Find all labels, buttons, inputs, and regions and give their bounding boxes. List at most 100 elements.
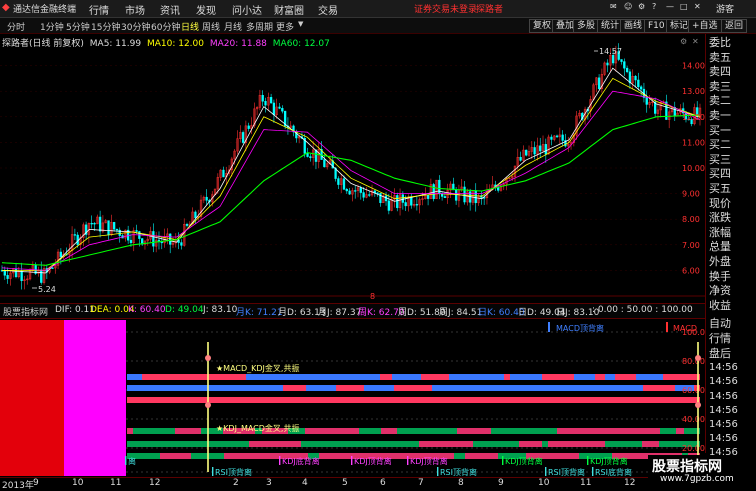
signal-band-segment bbox=[363, 397, 376, 403]
candle-body bbox=[634, 75, 637, 81]
settings-icon[interactable]: ⚙ bbox=[638, 2, 645, 11]
candle-body bbox=[73, 234, 77, 236]
tab-30min[interactable]: 30分钟 bbox=[121, 20, 150, 33]
signal-bands bbox=[127, 374, 700, 459]
menu-item-news[interactable]: 资讯 bbox=[160, 2, 180, 17]
app-title: 通达信金融终端 bbox=[13, 5, 77, 15]
back-button[interactable]: 返回 bbox=[721, 19, 748, 33]
tab-monthly[interactable]: 月线 bbox=[224, 20, 242, 33]
tab-intraday[interactable]: 分时 bbox=[7, 20, 25, 33]
minimize-icon[interactable]: — bbox=[666, 2, 674, 11]
tab-multi-period[interactable]: 多周期 bbox=[246, 20, 273, 33]
candle-body bbox=[6, 275, 9, 279]
add-watchlist-button[interactable]: +自选 bbox=[688, 19, 722, 33]
signal-band-segment bbox=[127, 428, 133, 434]
signal-band-segment bbox=[421, 374, 449, 380]
signal-band-segment bbox=[304, 397, 315, 403]
menu-item-discover[interactable]: 发现 bbox=[196, 2, 216, 17]
quote-stat-row: 净资 bbox=[709, 284, 731, 298]
signal-band-segment bbox=[542, 441, 548, 447]
quote-stat-row: 涨跌 bbox=[709, 211, 731, 225]
signal-band-segment bbox=[344, 453, 354, 459]
price-axis: 14.00 13.00 12.00 11.00 10.00 9.00 8.00 7.00 6.0… bbox=[682, 62, 705, 276]
guest-label[interactable]: 游客 bbox=[716, 2, 734, 15]
signal-band-segment bbox=[328, 397, 351, 403]
signal-band-segment bbox=[394, 385, 412, 391]
candle-body bbox=[597, 77, 601, 90]
signal-band-segment bbox=[447, 441, 473, 447]
more-dropdown-icon[interactable]: ▼ bbox=[298, 20, 303, 28]
candle-body bbox=[51, 267, 54, 269]
candle-body bbox=[247, 125, 250, 129]
f10-button[interactable]: F10 bbox=[644, 19, 669, 33]
signal-band-segment bbox=[160, 453, 191, 459]
candle-body bbox=[620, 59, 623, 62]
candlestick-chart[interactable]: 14.00 13.00 12.00 11.00 10.00 9.00 8.00 7.00 6.0… bbox=[0, 34, 705, 302]
help-icon[interactable]: ? bbox=[652, 2, 656, 11]
period-toolbar: 分时 1分钟 5分钟 15分钟 30分钟 60分钟 日线 周线 月线 多周期 更… bbox=[0, 18, 756, 34]
candle-body bbox=[396, 195, 399, 209]
login-warning[interactable]: 证券交易未登录 bbox=[414, 2, 477, 15]
close-icon[interactable]: ✕ bbox=[694, 2, 701, 11]
signal-band-segment bbox=[390, 428, 397, 434]
tab-more[interactable]: 更多 bbox=[276, 20, 294, 33]
signal-band-segment bbox=[522, 385, 537, 391]
draw-line-button[interactable]: 画线 bbox=[620, 19, 647, 33]
signal-band-segment bbox=[595, 374, 605, 380]
signal-band-segment bbox=[463, 385, 473, 391]
signal-band-segment bbox=[642, 441, 659, 447]
app-logo-icon: ◆ bbox=[2, 2, 10, 13]
quote-mode-row: 行情 bbox=[709, 332, 731, 345]
candle-body bbox=[261, 95, 264, 102]
indicator-title[interactable]: 股票指标网 bbox=[3, 305, 48, 318]
tab-1min[interactable]: 1分钟 bbox=[40, 20, 64, 33]
signal-band-segment bbox=[535, 428, 557, 434]
candle-body bbox=[194, 211, 197, 219]
order-book-row: 卖四 bbox=[709, 65, 731, 79]
candle-body bbox=[639, 86, 643, 90]
menu-item-wealth[interactable]: 财富圈 bbox=[274, 2, 304, 17]
month-k-value: 月K: 71.21 bbox=[236, 308, 283, 318]
candle-body bbox=[314, 149, 318, 162]
candle-body bbox=[550, 136, 553, 140]
signal-indicator-panel[interactable]: 100.0080.0060.0040.0020.000.00 MACD顶背离 M… bbox=[0, 318, 705, 476]
user-icon[interactable]: ☺ bbox=[624, 2, 632, 11]
menu-item-market[interactable]: 行情 bbox=[89, 2, 109, 17]
signal-band-segment bbox=[177, 397, 210, 403]
month-j-value: 月J: 87.37 bbox=[318, 308, 362, 318]
chart-window-icons[interactable]: ⚙ ✕ bbox=[680, 37, 699, 46]
menu-item-ask[interactable]: 问小达 bbox=[232, 2, 262, 17]
tab-weekly[interactable]: 周线 bbox=[202, 20, 220, 33]
signal-band-segment bbox=[245, 385, 251, 391]
multi-stock-button[interactable]: 多股 bbox=[573, 19, 600, 33]
tab-5min[interactable]: 5分钟 bbox=[66, 20, 90, 33]
signal-band-segment bbox=[198, 453, 224, 459]
tab-60min[interactable]: 60分钟 bbox=[151, 20, 180, 33]
message-icon[interactable]: ✉ bbox=[610, 2, 617, 11]
price-tick-label: 11.00 bbox=[682, 138, 705, 147]
signal-band-segment bbox=[491, 428, 511, 434]
tab-15min[interactable]: 15分钟 bbox=[91, 20, 120, 33]
signal-band-segment bbox=[412, 385, 432, 391]
signal-band-segment bbox=[419, 441, 447, 447]
candle-body bbox=[362, 192, 365, 198]
menu-item-exchange[interactable]: 市场 bbox=[125, 2, 145, 17]
signal-band-segment bbox=[432, 385, 463, 391]
tick-time-row: 14:56 bbox=[709, 433, 738, 445]
signal-band-segment bbox=[510, 374, 524, 380]
candle-body bbox=[539, 145, 542, 152]
candle-body bbox=[205, 196, 208, 201]
price-tick-label: 6.00 bbox=[682, 266, 700, 275]
signal-band-segment bbox=[319, 374, 350, 380]
tab-daily[interactable]: 日线 bbox=[181, 20, 199, 33]
maximize-icon[interactable]: □ bbox=[680, 2, 688, 11]
signal-band-segment bbox=[432, 428, 457, 434]
candle-body bbox=[387, 200, 390, 211]
ma60-line bbox=[1, 114, 701, 266]
menu-item-trade[interactable]: 交易 bbox=[318, 2, 338, 17]
divergence-marker bbox=[592, 467, 594, 476]
bottom-marker: 8 bbox=[370, 292, 375, 301]
ma20-label: MA20: 11.88 bbox=[209, 39, 267, 49]
signal-band-segment bbox=[548, 397, 572, 403]
divergence-marker bbox=[587, 456, 589, 465]
